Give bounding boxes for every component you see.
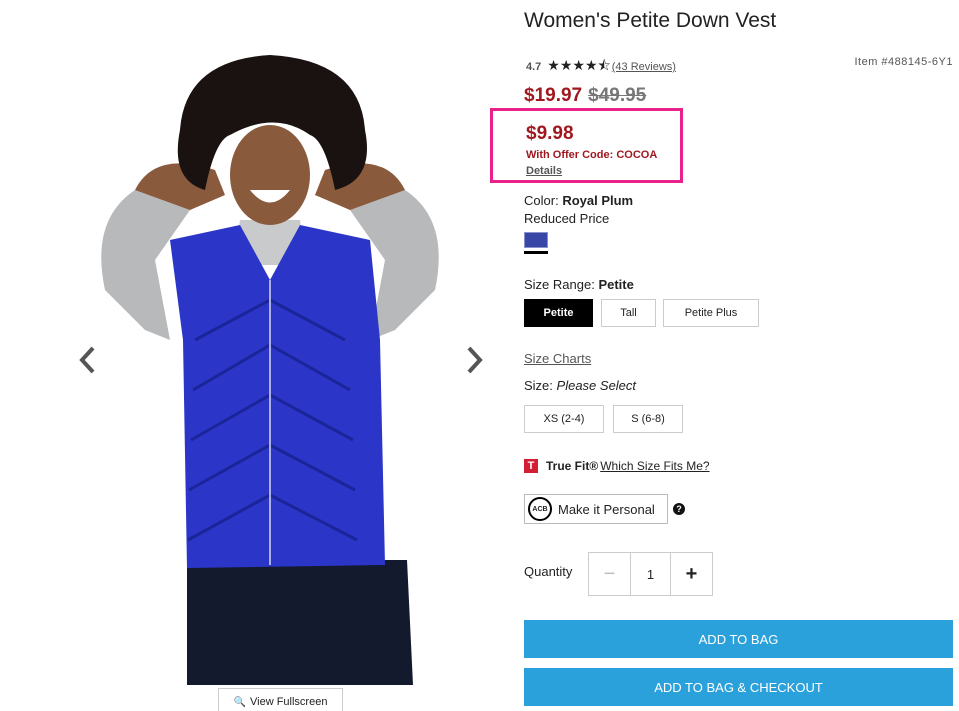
view-fullscreen-label: View Fullscreen (250, 696, 328, 708)
size-charts-link[interactable]: Size Charts (524, 351, 591, 366)
true-fit-logo-icon: T (524, 459, 538, 473)
size-range-petite-plus[interactable]: Petite Plus (663, 299, 759, 327)
previous-image-arrow-icon[interactable] (76, 345, 100, 375)
offer-details-link[interactable]: Details (526, 165, 562, 177)
add-to-bag-checkout-button[interactable]: ADD TO BAG & CHECKOUT (524, 668, 953, 706)
view-fullscreen-button[interactable]: 🔍 View Fullscreen (218, 688, 343, 711)
quantity-increase-button[interactable]: + (670, 553, 712, 595)
which-size-fits-link[interactable]: Which Size Fits Me? (600, 459, 709, 473)
quantity-stepper: − 1 + (588, 552, 713, 596)
zoom-icon: 🔍 (233, 696, 246, 708)
product-gallery: 🔍 View Fullscreen (0, 0, 520, 711)
product-title: Women's Petite Down Vest (524, 9, 777, 32)
size-range-label: Size Range: Petite (524, 277, 634, 292)
color-swatch-royal-plum[interactable] (524, 232, 548, 248)
size-option-xs[interactable]: XS (2-4) (524, 405, 604, 433)
original-price: $49.95 (588, 85, 647, 106)
price-row: $19.97 $49.95 (524, 85, 646, 107)
make-it-personal-label: Make it Personal (558, 501, 655, 517)
quantity-decrease-button[interactable]: − (589, 553, 631, 595)
quantity-value[interactable]: 1 (631, 553, 670, 595)
rating-row: 4.7 ★★★★⯪ (43 Reviews) (526, 55, 676, 79)
rating-value: 4.7 (526, 61, 542, 73)
size-range-petite[interactable]: Petite (524, 299, 593, 327)
make-it-personal-button[interactable]: ACB Make it Personal (524, 494, 668, 524)
product-photo[interactable] (95, 40, 445, 685)
color-label: Color: Royal Plum (524, 193, 634, 208)
add-to-bag-button[interactable]: ADD TO BAG (524, 620, 953, 658)
swatch-selected-indicator (524, 251, 548, 254)
next-image-arrow-icon[interactable] (462, 345, 486, 375)
true-fit-name: True Fit® (546, 459, 599, 473)
quantity-label: Quantity (524, 564, 573, 579)
reduced-price-label: Reduced Price (524, 211, 610, 226)
color-value: Royal Plum (562, 193, 634, 208)
offer-code-text: With Offer Code: COCOA (526, 149, 658, 161)
size-range-value: Petite (598, 277, 634, 292)
monogram-icon: ACB (528, 497, 552, 521)
item-number: Item #488145-6Y1 (854, 56, 953, 68)
size-range-tall[interactable]: Tall (601, 299, 656, 327)
size-option-s[interactable]: S (6-8) (613, 405, 683, 433)
star-rating-icon: ★★★★⯪ (547, 57, 611, 73)
product-info: Women's Petite Down Vest 4.7 ★★★★⯪ (43 R… (490, 0, 959, 711)
help-icon[interactable]: ? (673, 503, 685, 515)
size-value: Please Select (556, 378, 637, 393)
true-fit-row: T True Fit® Which Size Fits Me? (524, 459, 710, 473)
offer-price: $9.98 (526, 123, 574, 144)
size-label: Size: Please Select (524, 378, 637, 393)
sale-price: $19.97 (524, 85, 583, 106)
offer-highlight-box: $9.98 With Offer Code: COCOA Details (490, 108, 683, 183)
reviews-link[interactable]: (43 Reviews) (612, 61, 676, 73)
